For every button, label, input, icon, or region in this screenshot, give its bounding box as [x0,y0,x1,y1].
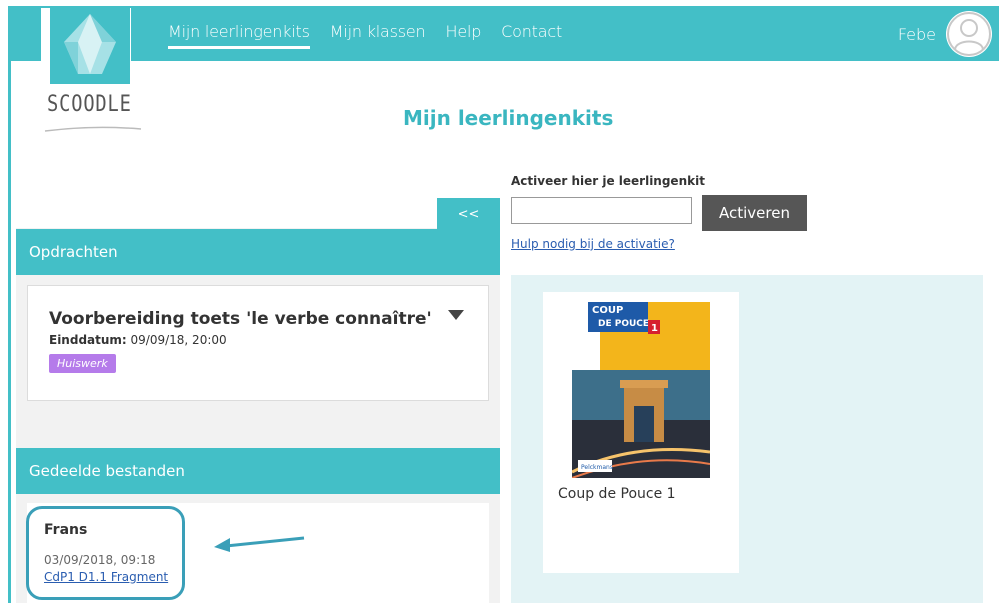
user-name[interactable]: Febe [898,25,936,44]
nav-contact[interactable]: Contact [501,22,562,49]
shared-file-link[interactable]: CdP1 D1.1 Fragment [44,570,168,584]
logo-swoosh [44,126,142,132]
activation-code-input[interactable] [511,197,692,224]
pointer-arrow-icon [214,536,305,552]
due-value: 09/09/18, 20:00 [126,333,227,347]
nav-mijn-klassen[interactable]: Mijn klassen [330,22,426,49]
assignment-card[interactable]: Voorbereiding toets 'le verbe connaître'… [27,285,489,401]
user-menu[interactable]: Febe [898,11,992,57]
homework-tag: Huiswerk [49,354,116,373]
chevron-down-icon[interactable] [448,310,464,320]
kit-name[interactable]: Coup de Pouce 1 [558,486,676,502]
assignment-due-date: Einddatum: 09/09/18, 20:00 [49,333,227,347]
activate-button[interactable]: Activeren [702,195,807,231]
assignments-header: Opdrachten [16,229,500,275]
activate-label: Activeer hier je leerlingenkit [511,174,705,188]
activation-help-link[interactable]: Hulp nodig bij de activatie? [511,237,675,251]
nav-mijn-leerlingenkits[interactable]: Mijn leerlingenkits [168,22,310,49]
scoodle-logo-icon[interactable] [50,8,130,84]
nav-help[interactable]: Help [445,22,481,49]
shared-file-date: 03/09/2018, 09:18 [44,553,156,567]
collapse-panel-button[interactable]: << [437,198,500,230]
top-navigation-bar: Mijn leerlingenkits Mijn klassen Help Co… [11,8,999,61]
cover-title-line2: DE POUCE [598,319,649,329]
cover-title-line1: COUP [592,305,623,316]
page-title: Mijn leerlingenkits [403,106,614,130]
main-nav: Mijn leerlingenkits Mijn klassen Help Co… [168,22,562,49]
user-avatar-icon[interactable] [946,11,992,57]
logo-text: SCOODLE [47,92,132,117]
shared-file-subject: Frans [44,522,88,538]
shared-files-header: Gedeelde bestanden [16,448,500,494]
kit-cover-image[interactable]: COUP DE POUCE 1 Pelckmans [572,302,710,478]
assignment-title[interactable]: Voorbereiding toets 'le verbe connaître' [49,309,432,329]
cover-number: 1 [651,323,658,334]
cover-publisher: Pelckmans [581,464,613,471]
due-label: Einddatum: [49,333,127,347]
